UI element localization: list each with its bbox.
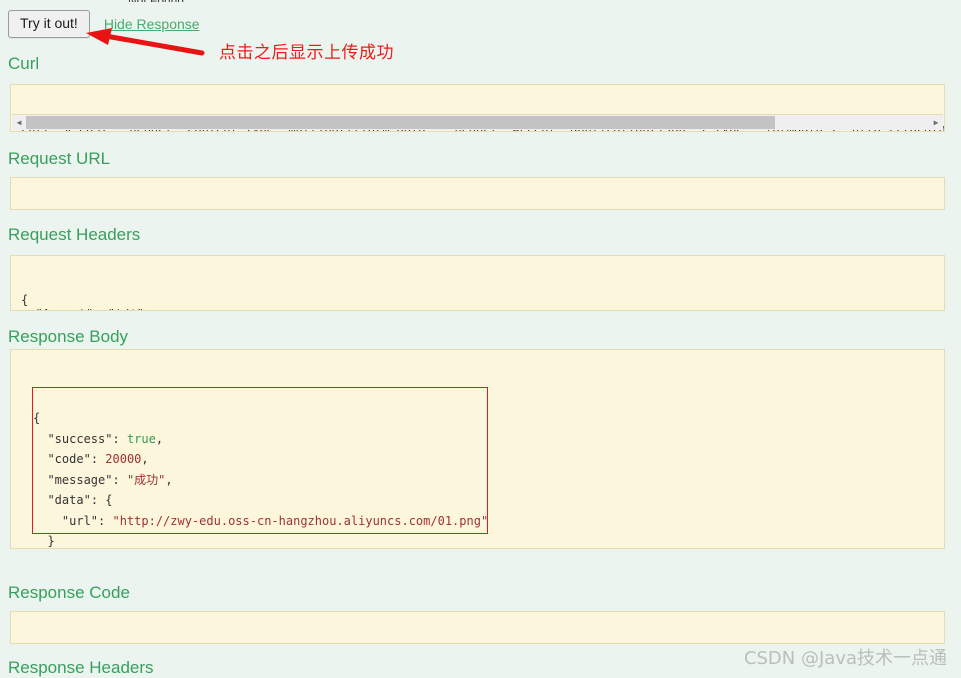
try-it-out-button[interactable]: Try it out!: [8, 10, 90, 39]
request-headers-box: { "Accept": "*/*" }: [10, 255, 945, 311]
section-title-response-headers: Response Headers: [8, 658, 154, 677]
scrollbar-thumb[interactable]: [26, 116, 776, 129]
request-url-value: http://localhost:8002/eduoss/fileoss: [11, 206, 944, 209]
json-value-url: "http://zwy-edu.oss-cn-hangzhou.aliyuncs…: [112, 513, 489, 528]
partial-top-text: Not Found: [128, 0, 184, 2]
request-url-box: http://localhost:8002/eduoss/fileoss: [10, 177, 945, 210]
section-title-request-url: Request URL: [8, 149, 111, 168]
response-body-inner: { "success": true, "code": 20000, "messa…: [11, 378, 944, 548]
section-title-response-code: Response Code: [8, 583, 130, 602]
response-code-box: 200: [10, 611, 945, 644]
action-row: Try it out! Hide Response: [8, 10, 200, 39]
section-title-curl: Curl: [8, 54, 40, 73]
json-value-success: true: [126, 431, 156, 446]
json-key-url: "url": [61, 513, 99, 528]
curl-command-box: curl -X POST --header 'Content-Type: mul…: [10, 84, 945, 132]
hide-response-link[interactable]: Hide Response: [104, 16, 200, 32]
json-value-message: "成功": [126, 472, 166, 487]
response-body-box: { "success": true, "code": 20000, "messa…: [10, 349, 945, 549]
json-key-code: "code": [47, 452, 91, 466]
scrollbar-track[interactable]: [26, 115, 929, 130]
json-value-code: 20000: [105, 452, 142, 466]
annotation-text: 点击之后显示上传成功: [219, 43, 394, 63]
json-open-brace: {: [33, 411, 41, 425]
section-title-response-body: Response Body: [8, 327, 129, 346]
csdn-watermark: CSDN @Java技术一点通: [743, 648, 947, 669]
json-key-data: "data": [47, 493, 91, 507]
curl-horizontal-scrollbar[interactable]: ◀ ▶: [12, 114, 943, 130]
section-title-request-headers: Request Headers: [8, 225, 141, 244]
scroll-right-arrow-icon[interactable]: ▶: [929, 115, 943, 130]
json-key-message: "message": [47, 472, 113, 487]
scroll-left-arrow-icon[interactable]: ◀: [12, 115, 26, 130]
response-body-json: { "success": true, "code": 20000, "messa…: [33, 411, 489, 548]
json-key-success: "success": [47, 431, 113, 446]
request-headers-value: { "Accept": "*/*" }: [21, 293, 144, 310]
